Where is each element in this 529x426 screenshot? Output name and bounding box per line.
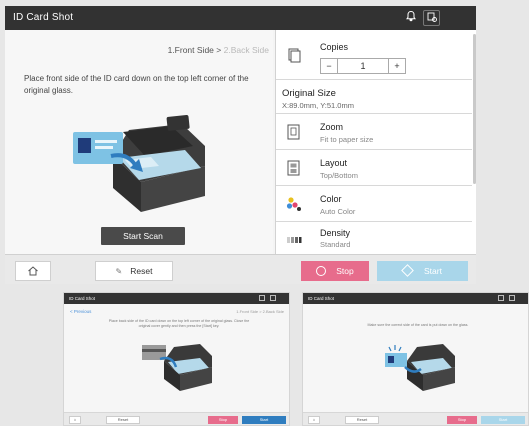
instruction-panel: 1.Front Side > 2.Back Side Place front s… [5,30,273,254]
zoom-icon [286,124,302,140]
thumb2-stop-button: Stop [447,416,477,424]
copies-setting: Copies − 1 + [276,30,472,80]
layout-value: Top/Bottom [320,171,358,180]
reset-label: Reset [130,266,153,276]
color-value: Auto Color [320,207,356,216]
thumb1-start-button: Start [242,416,286,424]
density-label: Density [320,228,351,238]
instruction-text: Place front side of the ID card down on … [24,74,249,95]
thumb2-scanner-illustration-icon [385,344,455,391]
copies-increment-button[interactable]: + [388,58,406,74]
layout-label: Layout [320,158,348,168]
main-screen: ID Card Shot 1.Front Side > 2.Back Side … [5,6,476,284]
start-button[interactable]: Start [377,261,468,281]
start-icon [401,264,414,277]
original-size-value: X:89.0mm, Y:51.0mm [282,101,354,110]
step-back-side: 2.Back Side [223,45,269,55]
color-dots-icon [286,196,302,212]
stop-icon [316,266,327,276]
thumbnail-placement-check-screen: ID Card Shot Make sure the correct side … [302,292,529,426]
start-scan-button[interactable]: Start Scan [101,227,185,245]
thumb1-stop-button: Stop [208,416,238,424]
density-icon [286,232,302,248]
stop-button[interactable]: Stop [301,261,369,281]
copies-label: Copies [320,42,349,52]
settings-panel: Copies − 1 + Original Size X:89.0mm, Y:5… [275,30,476,254]
original-size-setting[interactable]: Original Size X:89.0mm, Y:51.0mm [276,80,472,114]
color-label: Color [320,194,342,204]
scanner-illustration-icon [73,114,205,212]
title-bar: ID Card Shot [5,6,476,30]
thumb1-previous-link[interactable]: < Previous [70,309,91,314]
thumb1-title-bar: ID Card Shot [64,293,289,304]
zoom-label: Zoom [320,122,344,132]
bottom-bar: ✎ Reset Stop Start [5,254,476,284]
thumb1-instruction: Place back side of the ID card down on t… [108,319,250,328]
copies-value[interactable]: 1 [338,58,388,74]
step-separator: > [216,45,222,55]
thumb2-status-icon [509,295,515,301]
thumb1-status-icon [270,295,276,301]
thumb1-bottom-bar: ⌂ Reset Stop Start [64,412,289,425]
stop-label: Stop [336,266,354,276]
step-front-side: 1.Front Side [167,45,214,55]
zoom-setting[interactable]: Zoom Fit to paper size [276,114,472,150]
settings-scrollbar[interactable] [473,34,476,184]
home-button[interactable] [15,261,51,281]
reset-icon: ✎ [115,267,123,276]
thumb2-title: ID Card Shot [308,296,335,301]
thumb2-home-button: ⌂ [308,416,320,424]
bell-icon[interactable] [402,10,419,26]
layout-icon [286,160,302,176]
layout-setting[interactable]: Layout Top/Bottom [276,150,472,186]
thumb2-title-bar: ID Card Shot [303,293,528,304]
density-value: Standard [320,240,351,249]
step-indicator: 1.Front Side > 2.Back Side [168,45,269,55]
density-setting[interactable]: Density Standard [276,222,472,254]
home-icon [28,266,38,276]
thumb2-start-button: Start [481,416,525,424]
job-status-icon[interactable] [423,10,440,26]
start-label: Start [424,266,442,276]
thumb2-reset-button: Reset [345,416,379,424]
thumbnail-back-side-screen: ID Card Shot < Previous 1.Front Side > 2… [63,292,290,426]
thumb1-home-button: ⌂ [69,416,81,424]
thumb1-scanner-illustration-icon [142,344,212,391]
original-size-label: Original Size [282,88,336,99]
thumb2-bell-icon [498,295,504,301]
color-setting[interactable]: Color Auto Color [276,186,472,222]
thumb2-bottom-bar: ⌂ Reset Stop Start [303,412,528,425]
thumb2-instruction: Make sure the correct side of the card i… [367,323,469,327]
copies-stepper: − 1 + [320,58,406,74]
thumb1-steps: 1.Front Side > 2.Back Side [236,309,284,314]
copies-icon [286,47,302,63]
reset-button[interactable]: ✎ Reset [95,261,173,281]
copies-decrement-button[interactable]: − [320,58,338,74]
thumb1-reset-button: Reset [106,416,140,424]
window-title: ID Card Shot [13,12,74,23]
thumb1-bell-icon [259,295,265,301]
zoom-value: Fit to paper size [320,135,374,144]
thumb1-title: ID Card Shot [69,296,96,301]
